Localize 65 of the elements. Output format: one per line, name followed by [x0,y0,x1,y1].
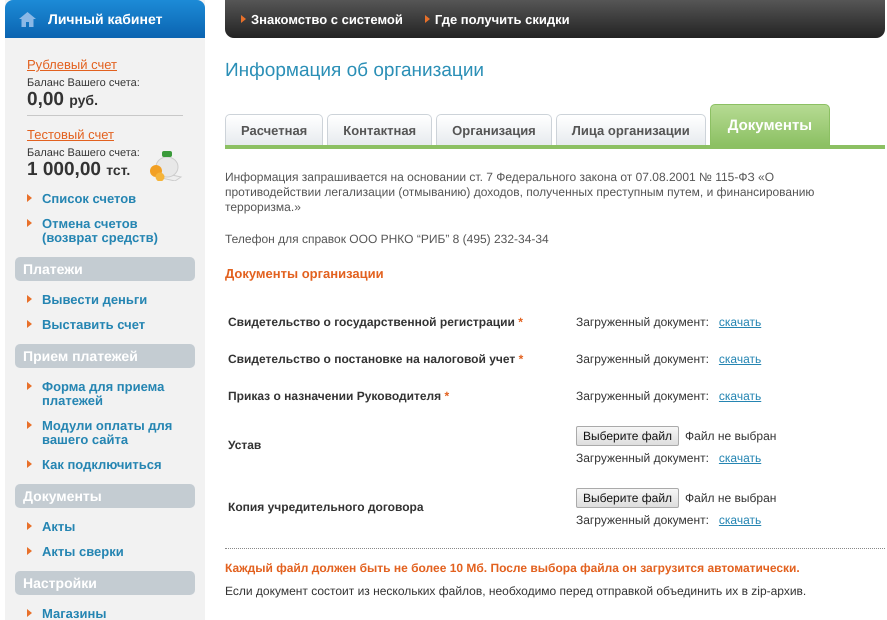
document-label: Свидетельство о постановке на налоговой учет * [228,352,524,366]
download-link[interactable]: скачать [718,450,762,464]
uploaded-label: Загруженный документ: [576,450,709,464]
page-title: Информация об организации [225,60,486,82]
bullet-icon [27,320,32,328]
uploaded-label: Загруженный документ: [576,352,709,366]
phone-text: Телефон для справок ООО РНКО “РИБ” 8 (495) 232-34-34 [225,232,550,247]
bullet-icon [27,460,32,468]
bullet-icon [27,295,32,303]
bullet-icon [27,609,32,617]
nav-link[interactable]: Знакомство с системой [241,12,403,26]
balance-label: Баланс Вашего счета: [27,147,140,159]
download-link[interactable]: скачать [718,352,762,366]
note-text: Если документ состоит из нескольких файлов, необходимо перед отправкой объединить их в zip-архив. [225,584,808,599]
bullet-icon [27,547,32,555]
sidebar-link[interactable]: Вывести деньги [42,293,148,307]
tab[interactable]: Контактная [327,114,432,145]
balance-amount: 0,00 руб. [27,89,99,111]
bullet-icon [27,421,32,429]
file-status: Файл не выбран [685,490,776,504]
sidebar-link[interactable]: Акты [42,520,76,534]
download-link[interactable]: скачать [718,388,762,402]
download-link[interactable]: скачать [718,512,762,526]
bullet-icon [27,522,32,530]
section-header: Документы [15,484,195,508]
document-label: Копия учредительного договора [228,500,425,514]
bullet-icon [424,15,430,23]
balance-label: Баланс Вашего счета: [27,77,140,89]
sidebar-link[interactable]: Акты сверки [42,545,124,559]
bullet-icon [27,382,32,390]
bullet-icon [27,219,32,227]
sidebar-link[interactable]: Магазины [42,607,106,620]
section-header: Платежи [15,257,195,281]
sidebar-link[interactable]: Модули оплаты для вашего сайта [42,419,195,447]
section-header: Прием платежей [15,344,195,368]
bullet-icon [27,194,32,202]
info-text: Информация запрашивается на основании ст. 7 Федерального закона от 07.08.2001 № 115-ФЗ «О противодействии легализации (отмыванию) доходов, полученных преступным путем, и финансированию терроризма.» [225,170,816,215]
sidebar-link[interactable]: Как подключиться [42,458,162,472]
account-link[interactable]: Рублевый счет [27,57,117,72]
document-label: Приказ о назначении Руководителя * [228,388,450,402]
sidebar-title: Личный кабинет [48,11,162,27]
uploaded-label: Загруженный документ: [576,314,709,328]
sidebar-link[interactable]: Отмена счетов (возврат средств) [42,217,195,245]
sidebar-link[interactable]: Форма для приема платежей [42,380,195,408]
sidebar-link[interactable]: Выставить счет [42,318,146,332]
document-label: Свидетельство о государственной регистрации * [228,314,524,328]
download-link[interactable]: скачать [718,314,762,328]
section-title: Документы организации [225,266,385,281]
tab[interactable]: Лица организации [556,114,706,145]
tab[interactable]: Расчетная [225,114,324,145]
tab[interactable]: Организация [436,114,552,145]
choose-file-button[interactable]: Выберите файл [576,488,680,508]
account-link[interactable]: Тестовый счет [27,127,114,142]
nav-link[interactable]: Где получить скидки [424,12,570,26]
balance-amount: 1 000,00 тст. [27,159,132,181]
file-status: Файл не выбран [685,428,776,442]
choose-file-button[interactable]: Выберите файл [576,426,680,446]
sidebar-link[interactable]: Список счетов [42,192,136,206]
warning-text: Каждый файл должен быть не более 10 Мб. После выбора файла он загрузится автоматически. [225,561,801,576]
uploaded-label: Загруженный документ: [576,512,709,526]
uploaded-label: Загруженный документ: [576,388,709,402]
document-label: Устав [228,438,262,452]
section-header: Настройки [15,571,195,595]
home-icon [19,12,36,26]
bullet-icon [241,15,246,23]
